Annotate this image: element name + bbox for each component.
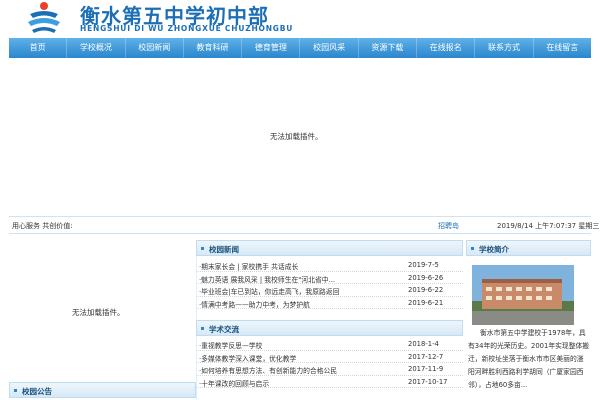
notice-title: 校园公告 <box>22 387 52 396</box>
list-item: ·多媒体教学深入课堂，优化教学 2017-12-7 <box>196 351 463 363</box>
school-news-list: ·期末家长会 | 家校携手 共话成长 2019-7-5 ·魅力英语 展我风采 |… <box>196 259 463 309</box>
news-link[interactable]: ·毕业班会|车已到站，你远走高飞，我原路返回 <box>199 286 339 296</box>
current-datetime: 2019/8/14 上午7:07:37 星期三 <box>497 222 600 230</box>
site-subtitle: HENGSHUI DI WU ZHONGXUE CHUZHONGBU <box>80 24 294 33</box>
profile-title: 学校简介 <box>479 245 509 254</box>
nav-moral-education[interactable]: 德育管理 <box>241 38 299 58</box>
list-item: ·毕业班会|车已到站，你远走高飞，我原路返回 2019-6-22 <box>196 284 463 297</box>
profile-text: 衡水市第五中学建校于1978年，具有34年的光荣历史。2001年实现整体搬迁，新… <box>468 329 590 389</box>
school-building-photo <box>472 265 574 325</box>
news-date: 2019-6-21 <box>408 298 444 307</box>
article-date: 2017-10-17 <box>408 377 448 386</box>
list-item: ·期末家长会 | 家校携手 共话成长 2019-7-5 <box>196 259 463 272</box>
list-item: ·十年课改的回顾与启示 2017-10-17 <box>196 376 463 388</box>
article-link[interactable]: ·十年课改的回顾与启示 <box>199 378 269 388</box>
bullet-icon <box>471 247 474 250</box>
academic-list: ·重视教学反思—学校 2018-1-4 ·多媒体教学深入课堂，优化教学 2017… <box>196 338 463 388</box>
nav-education-research[interactable]: 教育科研 <box>182 38 241 58</box>
article-date: 2018-1-4 <box>408 340 439 348</box>
notice-header: 校园公告 <box>9 382 196 398</box>
list-item: ·重视教学反思—学校 2018-1-4 <box>196 338 463 351</box>
nav-online-message[interactable]: 在线留言 <box>532 38 591 58</box>
article-date: 2017-11-9 <box>408 365 444 373</box>
nav-downloads[interactable]: 资源下载 <box>357 38 416 58</box>
profile-header: 学校简介 <box>466 240 591 256</box>
school-logo-icon <box>28 2 60 33</box>
nav-contact[interactable]: 联系方式 <box>474 38 532 58</box>
academic-title: 学术交流 <box>209 325 239 334</box>
nav-online-registration[interactable]: 在线报名 <box>416 38 474 58</box>
nav-campus-news[interactable]: 校园新闻 <box>124 38 183 58</box>
news-date: 2019-6-26 <box>408 273 444 282</box>
list-item: ·情满中考路——助力中考，为梦护航 2019-6-21 <box>196 297 463 309</box>
news-date: 2019-6-22 <box>408 286 444 294</box>
academic-header: 学术交流 <box>196 320 463 336</box>
nav-school-overview[interactable]: 学校概况 <box>66 38 124 58</box>
nav-campus-style[interactable]: 校园风采 <box>299 38 357 58</box>
bullet-icon <box>201 247 204 250</box>
news-link[interactable]: ·期末家长会 | 家校携手 共话成长 <box>199 261 298 271</box>
article-link[interactable]: ·如何培养有思想方法、有创新能力的合格公民 <box>199 365 337 375</box>
news-date: 2019-7-5 <box>408 261 439 269</box>
left-plugin-message: 无法加载插件。 <box>72 308 125 317</box>
site-header: 衡水第五中学初中部 HENGSHUI DI WU ZHONGXUE CHUZHO… <box>0 0 600 38</box>
list-item: ·魅力英语 展我风采 | 我校师生在"河北省中... 2019-6-26 <box>196 272 463 284</box>
bullet-icon <box>201 327 204 330</box>
article-date: 2017-12-7 <box>408 352 444 361</box>
news-link[interactable]: ·魅力英语 展我风采 | 我校师生在"河北省中... <box>199 274 335 284</box>
article-link[interactable]: ·重视教学反思—学校 <box>199 340 262 350</box>
bullet-icon <box>14 389 17 392</box>
nav-home[interactable]: 首页 <box>9 38 66 58</box>
banner-plugin-message: 无法加载插件。 <box>270 132 323 141</box>
main-nav: 首页 学校概况 校园新闻 教育科研 德育管理 校园风采 资源下载 在线报名 联系… <box>9 38 591 58</box>
school-news-header: 校园新闻 <box>196 240 463 256</box>
recruit-link[interactable]: 招聘岛 <box>438 221 459 231</box>
news-link[interactable]: ·情满中考路——助力中考，为梦护航 <box>199 299 310 309</box>
list-item: ·如何培养有思想方法、有创新能力的合格公民 2017-11-9 <box>196 363 463 376</box>
school-news-title: 校园新闻 <box>209 245 239 254</box>
motto-text: 用心服务 共创价值: <box>12 222 73 230</box>
info-bar: 用心服务 共创价值: 招聘岛 2019/8/14 上午7:07:37 星期三 <box>9 216 599 234</box>
article-link[interactable]: ·多媒体教学深入课堂，优化教学 <box>199 353 296 363</box>
